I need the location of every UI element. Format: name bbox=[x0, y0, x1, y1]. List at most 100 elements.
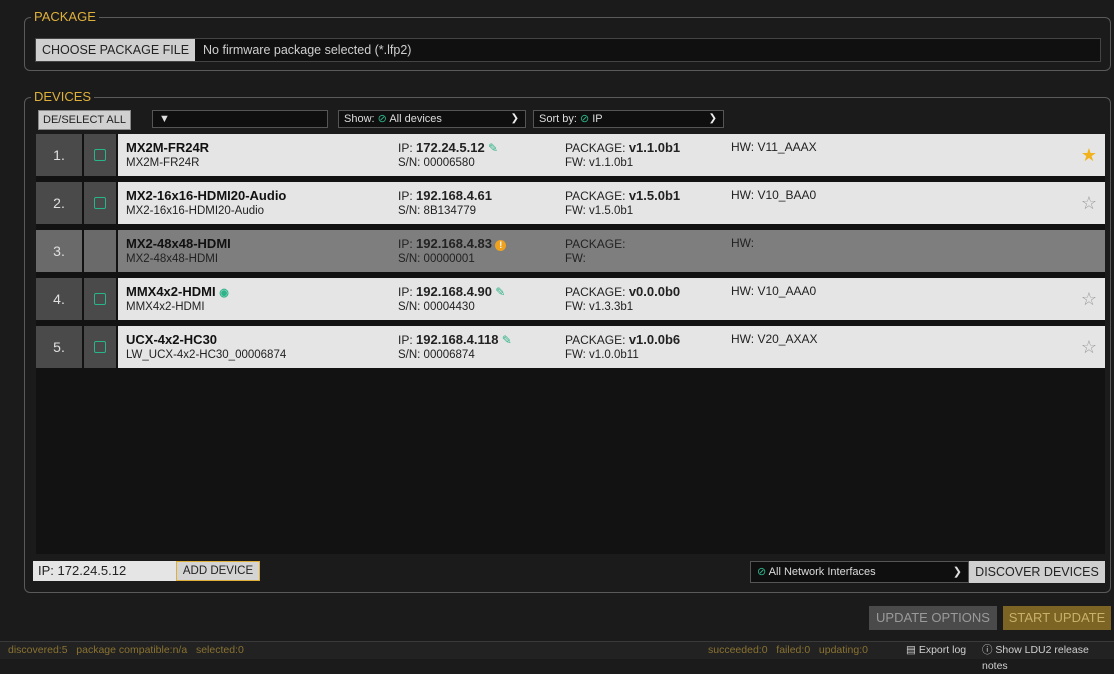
row-checkbox[interactable] bbox=[84, 278, 116, 320]
info-warning-icon[interactable]: ! bbox=[495, 240, 507, 251]
device-name: UCX-4x2-HC30 bbox=[126, 332, 218, 347]
deselect-all-button[interactable]: DE/SELECT ALL bbox=[38, 110, 131, 130]
add-device-button[interactable]: ADD DEVICE bbox=[176, 561, 260, 581]
device-serial: S/N: 00006580 bbox=[398, 157, 475, 169]
device-ip: IP: 172.24.5.12 ✎ bbox=[398, 140, 499, 155]
device-label: MX2-16x16-HDMI20-Audio bbox=[126, 205, 265, 217]
device-firmware: FW: bbox=[565, 253, 586, 265]
update-options-button[interactable]: UPDATE OPTIONS bbox=[869, 606, 997, 630]
sort-select[interactable]: Sort by: ⊘ IP ❯ bbox=[533, 110, 724, 128]
show-select[interactable]: Show: ⊘ All devices ❯ bbox=[338, 110, 526, 128]
device-hardware: HW: V11_AAAX bbox=[731, 140, 817, 154]
chevron-down-icon: ❯ bbox=[952, 566, 962, 578]
device-package: PACKAGE: bbox=[565, 237, 626, 251]
document-icon: ▤ bbox=[906, 644, 916, 656]
package-file-status: No firmware package selected (*.lfp2) bbox=[203, 43, 412, 57]
device-info: UCX-4x2-HC30 LW_UCX-4x2-HC30_00006874 IP… bbox=[118, 326, 1105, 368]
device-ip: IP: 192.168.4.61 bbox=[398, 188, 492, 203]
device-name: MX2-48x48-HDMI bbox=[126, 236, 231, 251]
devices-legend: DEVICES bbox=[31, 89, 95, 105]
chevron-down-icon: ❯ bbox=[510, 113, 519, 124]
info-icon: ⓘ bbox=[982, 644, 993, 656]
device-firmware: FW: v1.1.0b1 bbox=[565, 157, 634, 169]
device-ip: IP: 192.168.4.83 ! bbox=[398, 236, 507, 251]
star-icon[interactable]: ☆ bbox=[1081, 289, 1097, 310]
device-serial: S/N: 8B134779 bbox=[398, 205, 477, 217]
device-ip: IP: 192.168.4.90 ✎ bbox=[398, 284, 506, 299]
device-package: PACKAGE: v1.5.0b1 bbox=[565, 188, 681, 203]
status-left: discovered:5 package compatible:n/a sele… bbox=[8, 644, 244, 656]
chevron-down-icon: ❯ bbox=[708, 113, 717, 124]
row-checkbox[interactable] bbox=[84, 134, 116, 176]
device-info: MX2-48x48-HDMI MX2-48x48-HDMI IP: 192.16… bbox=[118, 230, 1105, 272]
device-row-2[interactable]: 2. MX2-16x16-HDMI20-Audio MX2-16x16-HDMI… bbox=[36, 182, 1105, 224]
edit-icon[interactable]: ✎ bbox=[502, 333, 512, 347]
device-serial: S/N: 00000001 bbox=[398, 253, 475, 265]
device-serial: S/N: 00004430 bbox=[398, 301, 475, 313]
device-label: MX2-48x48-HDMI bbox=[126, 253, 219, 265]
eye-icon[interactable]: ◉ bbox=[219, 287, 229, 299]
row-number: 1. bbox=[36, 134, 82, 176]
device-label: MX2M-FR24R bbox=[126, 157, 200, 169]
release-notes-link[interactable]: ⓘ Show LDU2 release notes bbox=[982, 642, 1114, 674]
export-log-link[interactable]: ▤ Export log bbox=[906, 642, 966, 658]
check-circle-icon: ⊘ bbox=[579, 113, 590, 125]
star-icon[interactable]: ☆ bbox=[1081, 337, 1097, 358]
device-package: PACKAGE: v1.1.0b1 bbox=[565, 140, 681, 155]
status-bar: discovered:5 package compatible:n/a sele… bbox=[0, 641, 1114, 672]
device-info: MMX4x2-HDMI ◉ MMX4x2-HDMI IP: 192.168.4.… bbox=[118, 278, 1105, 320]
row-number: 2. bbox=[36, 182, 82, 224]
filter-input[interactable]: ▼ bbox=[152, 110, 328, 128]
device-info: MX2-16x16-HDMI20-Audio MX2-16x16-HDMI20-… bbox=[118, 182, 1105, 224]
start-update-button[interactable]: START UPDATE bbox=[1003, 606, 1111, 630]
device-hardware: HW: bbox=[731, 236, 755, 250]
device-serial: S/N: 00006874 bbox=[398, 349, 475, 361]
device-firmware: FW: v1.5.0b1 bbox=[565, 205, 634, 217]
choose-package-file-button[interactable]: CHOOSE PACKAGE FILE bbox=[36, 39, 196, 61]
device-row-3[interactable]: 3. MX2-48x48-HDMI MX2-48x48-HDMI IP: 192… bbox=[36, 230, 1105, 272]
device-name: MX2-16x16-HDMI20-Audio bbox=[126, 188, 287, 203]
edit-icon[interactable]: ✎ bbox=[488, 141, 498, 155]
row-checkbox[interactable] bbox=[84, 182, 116, 224]
star-icon[interactable]: ☆ bbox=[1081, 193, 1097, 214]
status-right: succeeded:0 failed:0 updating:0 bbox=[708, 644, 868, 656]
sort-value: IP bbox=[592, 113, 603, 125]
package-file-row: CHOOSE PACKAGE FILE No firmware package … bbox=[35, 38, 1101, 62]
device-row-5[interactable]: 5. UCX-4x2-HC30 LW_UCX-4x2-HC30_00006874… bbox=[36, 326, 1105, 368]
device-hardware: HW: V20_AXAX bbox=[731, 332, 818, 346]
device-package: PACKAGE: v1.0.0b6 bbox=[565, 332, 681, 347]
device-name: MX2M-FR24R bbox=[126, 140, 210, 155]
device-label: LW_UCX-4x2-HC30_00006874 bbox=[126, 349, 287, 361]
device-hardware: HW: V10_AAA0 bbox=[731, 284, 817, 298]
row-checkbox[interactable] bbox=[84, 326, 116, 368]
device-name: MMX4x2-HDMI ◉ bbox=[126, 284, 229, 299]
device-ip: IP: 192.168.4.118 ✎ bbox=[398, 332, 512, 347]
network-interface-select[interactable]: ⊘ All Network Interfaces ❯ bbox=[750, 561, 969, 583]
row-number: 4. bbox=[36, 278, 82, 320]
device-row-4[interactable]: 4. MMX4x2-HDMI ◉ MMX4x2-HDMI IP: 192.168… bbox=[36, 278, 1105, 320]
package-group: PACKAGE CHOOSE PACKAGE FILE No firmware … bbox=[24, 9, 1111, 71]
device-firmware: FW: v1.0.0b11 bbox=[565, 349, 639, 361]
star-icon[interactable]: ★ bbox=[1081, 145, 1097, 166]
show-value: All devices bbox=[389, 113, 442, 125]
package-legend: PACKAGE bbox=[31, 9, 99, 25]
row-number: 3. bbox=[36, 230, 82, 272]
device-list: 1. MX2M-FR24R MX2M-FR24R IP: 172.24.5.12… bbox=[36, 134, 1105, 554]
row-number: 5. bbox=[36, 326, 82, 368]
discover-devices-button[interactable]: DISCOVER DEVICES bbox=[969, 561, 1105, 583]
device-firmware: FW: v1.3.3b1 bbox=[565, 301, 634, 313]
device-row-1[interactable]: 1. MX2M-FR24R MX2M-FR24R IP: 172.24.5.12… bbox=[36, 134, 1105, 176]
ip-address-input[interactable]: IP: 172.24.5.12 bbox=[33, 561, 176, 581]
edit-icon[interactable]: ✎ bbox=[495, 285, 505, 299]
device-info: MX2M-FR24R MX2M-FR24R IP: 172.24.5.12 ✎ … bbox=[118, 134, 1105, 176]
device-hardware: HW: V10_BAA0 bbox=[731, 188, 817, 202]
device-package: PACKAGE: v0.0.0b0 bbox=[565, 284, 681, 299]
row-checkbox-area bbox=[84, 230, 116, 272]
device-label: MMX4x2-HDMI bbox=[126, 301, 205, 313]
sort-label: Sort by: bbox=[539, 113, 577, 125]
show-label: Show: bbox=[344, 113, 375, 125]
check-circle-icon: ⊘ bbox=[757, 566, 767, 578]
check-circle-icon: ⊘ bbox=[377, 113, 387, 125]
filter-icon: ▼ bbox=[159, 113, 170, 125]
network-interface-value: All Network Interfaces bbox=[768, 566, 876, 578]
